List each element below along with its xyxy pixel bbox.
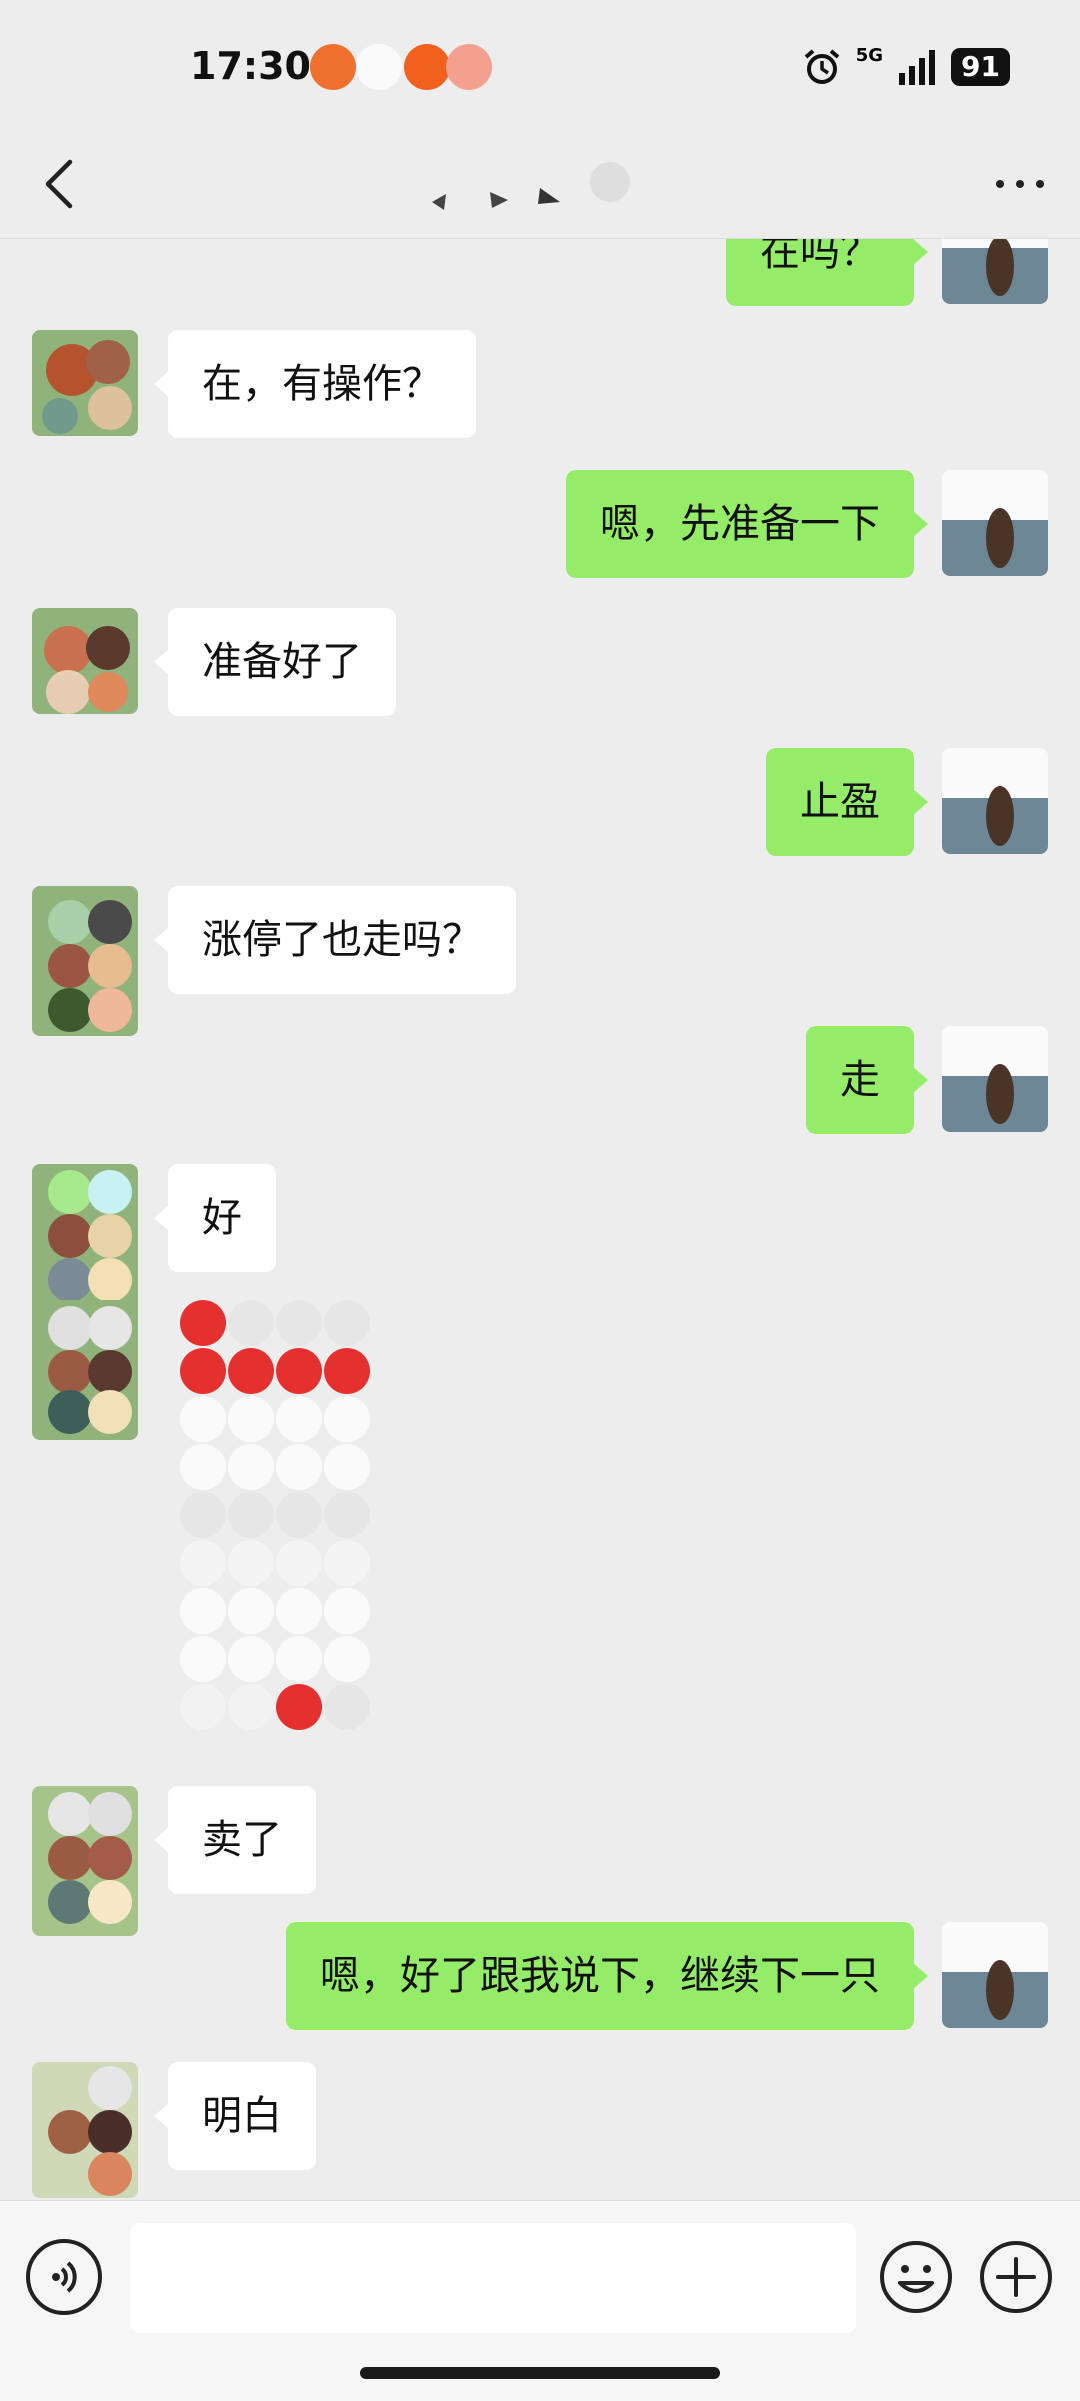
message-list[interactable]: 在吗？ 在，有操作？ 嗯，先准备一下 准备好了 止盈 涨停了也走吗？ 走 好 卖… <box>0 238 1080 2198</box>
avatar[interactable] <box>32 1164 138 1314</box>
message-row: 涨停了也走吗？ <box>0 886 1080 1036</box>
message-row: 止盈 <box>0 748 1080 858</box>
message-bubble[interactable]: 止盈 <box>766 748 928 856</box>
status-notification-icon <box>446 44 492 90</box>
message-input[interactable] <box>130 2223 856 2333</box>
chat-input-bar <box>0 2200 1080 2401</box>
chat-header <box>0 130 1080 239</box>
message-row: 在，有操作？ <box>0 330 1080 440</box>
message-bubble[interactable]: 走 <box>806 1026 928 1134</box>
status-bar: 17:30 5G 91 <box>0 0 1080 130</box>
avatar[interactable] <box>32 1300 138 1440</box>
status-notification-icon <box>310 44 356 90</box>
network-label: 5G <box>855 44 884 66</box>
image-message-redacted[interactable] <box>180 1300 370 1730</box>
message-bubble[interactable]: 在，有操作？ <box>154 330 476 438</box>
message-bubble[interactable]: 嗯，好了跟我说下，继续下一只 <box>286 1922 928 2030</box>
plus-icon[interactable] <box>978 2239 1054 2315</box>
status-notification-icon <box>356 44 402 90</box>
voice-icon[interactable] <box>26 2239 102 2315</box>
message-row: 走 <box>0 1026 1080 1136</box>
message-row: 在吗？ <box>0 238 1080 308</box>
message-bubble[interactable]: 嗯，先准备一下 <box>566 470 928 578</box>
message-bubble[interactable]: 涨停了也走吗？ <box>154 886 516 994</box>
chat-title-redacted <box>432 162 630 210</box>
battery-icon: 91 <box>951 48 1010 86</box>
message-bubble[interactable]: 在吗？ <box>726 238 928 306</box>
avatar[interactable] <box>942 470 1048 576</box>
home-indicator <box>360 2367 720 2379</box>
avatar[interactable] <box>942 748 1048 854</box>
avatar[interactable] <box>942 1922 1048 2028</box>
message-row <box>0 1300 1080 1770</box>
message-row: 准备好了 <box>0 608 1080 718</box>
message-row: 嗯，先准备一下 <box>0 470 1080 580</box>
message-row: 好 <box>0 1164 1080 1314</box>
avatar[interactable] <box>32 330 138 436</box>
emoji-icon[interactable] <box>878 2239 954 2315</box>
message-row: 卖了 <box>0 1786 1080 1936</box>
avatar[interactable] <box>32 2062 138 2198</box>
chevron-left-icon[interactable] <box>32 154 88 214</box>
status-time: 17:30 <box>190 44 311 88</box>
status-notification-icon <box>404 44 450 90</box>
avatar[interactable] <box>32 1786 138 1936</box>
message-row: 嗯，好了跟我说下，继续下一只 <box>0 1922 1080 2032</box>
avatar[interactable] <box>942 1026 1048 1132</box>
avatar[interactable] <box>32 886 138 1036</box>
signal-icon <box>899 50 936 85</box>
message-bubble[interactable]: 好 <box>154 1164 276 1272</box>
message-bubble[interactable]: 明白 <box>154 2062 316 2170</box>
message-bubble[interactable]: 卖了 <box>154 1786 316 1894</box>
more-horizontal-icon[interactable] <box>990 154 1050 214</box>
status-icons: 5G 91 <box>802 44 1010 90</box>
message-bubble[interactable]: 准备好了 <box>154 608 396 716</box>
avatar[interactable] <box>942 238 1048 304</box>
alarm-icon <box>804 49 840 84</box>
avatar[interactable] <box>32 608 138 714</box>
message-row: 明白 <box>0 2062 1080 2198</box>
